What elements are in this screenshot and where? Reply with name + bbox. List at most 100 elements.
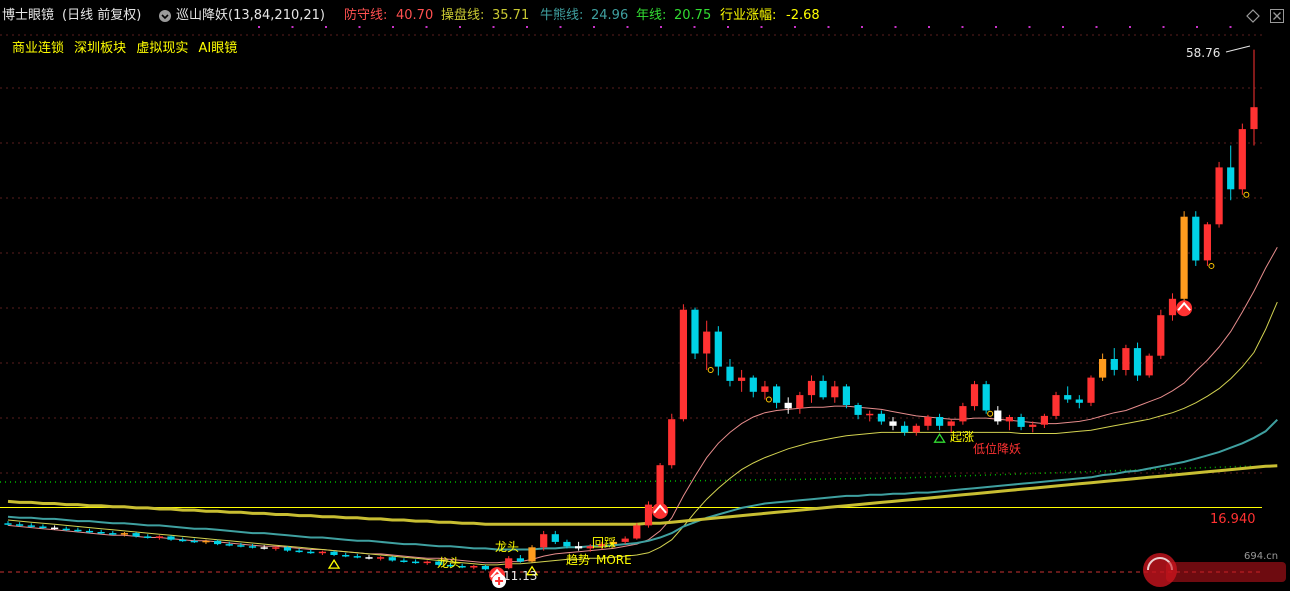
candle-body (1203, 224, 1211, 261)
signal-dot (987, 410, 994, 417)
candle-body (738, 377, 746, 381)
candle-body (1122, 348, 1130, 370)
candle-body (1017, 417, 1025, 427)
candle-body (4, 523, 12, 525)
candle-body (831, 386, 839, 398)
candle-body (1180, 216, 1188, 299)
candle-body (633, 525, 641, 539)
signal-dot (765, 396, 772, 403)
candle-body (190, 540, 198, 543)
candle-body (318, 551, 326, 554)
candle-body (668, 419, 676, 466)
candle-body (796, 395, 804, 409)
candle-body (295, 550, 303, 553)
candle-body (1157, 315, 1165, 356)
top-signal-dot (894, 26, 897, 28)
signal-triangle (327, 558, 341, 569)
candle-body (761, 386, 769, 392)
site-watermark-logo: 694.cn (1143, 551, 1286, 587)
top-signal-dot (626, 26, 629, 28)
candle-body (155, 536, 163, 538)
max-price-label: 58.76 (1186, 46, 1220, 60)
operate-line (7, 301, 1278, 566)
candle-body (97, 532, 105, 534)
candle-body (1133, 348, 1142, 376)
candle-body (74, 529, 82, 532)
candle-body (109, 533, 117, 535)
candle-body (283, 547, 292, 551)
candle-body (330, 551, 338, 555)
candle-body (272, 547, 280, 549)
signal-dot (1208, 262, 1215, 269)
candle-body (819, 380, 827, 398)
candle-body (516, 558, 524, 562)
candle-body (365, 557, 373, 559)
top-signal-dot (459, 26, 461, 28)
candle-body (237, 545, 245, 547)
candle-body (62, 528, 70, 531)
candle-body (1075, 399, 1083, 403)
top-signal-dot (1162, 26, 1165, 28)
grid-lines (0, 26, 1262, 573)
top-signal-dot (526, 26, 528, 28)
top-signal-dot (961, 26, 964, 28)
annotation-label: 起涨 (950, 429, 974, 444)
signal-dot (707, 366, 714, 373)
candle-body (807, 380, 816, 396)
top-signal-dot (1028, 26, 1031, 28)
top-signal-dot (995, 26, 997, 28)
candlestick-chart[interactable]: 58.76 11.13 16.940 龙头 龙头 回踩 趋势 MORE 起涨 低… (0, 0, 1290, 591)
top-signal-dot (693, 26, 696, 28)
candle-body (889, 421, 897, 426)
candle-body (854, 405, 862, 415)
signal-dot (1243, 191, 1250, 198)
top-signal-dot (794, 26, 796, 28)
top-signal-dot (559, 26, 562, 28)
candle-body (970, 384, 979, 407)
candle-body (505, 558, 513, 569)
candle-body (726, 366, 734, 381)
candle-body (1215, 167, 1223, 225)
top-signal-dot (593, 26, 595, 28)
candle-body (912, 425, 920, 433)
candle-body (1168, 298, 1177, 316)
annotation-label: 回踩 (592, 536, 616, 550)
candle-body (749, 377, 757, 392)
candle-body (1099, 359, 1107, 378)
candle-body (388, 557, 396, 561)
candle-body (1005, 417, 1013, 422)
candle-body (982, 384, 990, 411)
candle-body (842, 386, 850, 405)
top-signal-dot (291, 26, 294, 28)
candle-body (1029, 424, 1037, 427)
top-signal-dot (1095, 26, 1098, 28)
candle-body (784, 402, 792, 409)
candle-body (959, 406, 967, 422)
candle-body (644, 504, 653, 526)
bullbear-line (7, 418, 1279, 551)
svg-text:694.cn: 694.cn (1244, 551, 1278, 562)
candle-body (1145, 355, 1153, 376)
candle-body (575, 546, 583, 549)
candle-body (412, 561, 420, 564)
top-signal-dot (1129, 26, 1131, 28)
candle-body (1227, 167, 1235, 190)
candle-body (214, 540, 222, 545)
candle-body (551, 534, 559, 542)
defense-line (7, 247, 1278, 564)
top-signal-dot (1229, 26, 1232, 28)
top-signal-dot (760, 26, 763, 28)
annotation-label: 低位降妖 (973, 441, 1021, 456)
candle-body (1064, 395, 1072, 400)
candle-body (866, 413, 874, 416)
candle-body (144, 536, 152, 538)
candle-body (528, 547, 536, 562)
candle-body (924, 417, 932, 426)
candle-body (877, 413, 885, 422)
candle-body (132, 533, 140, 537)
candle-body (540, 534, 548, 548)
candle-body (1238, 129, 1246, 190)
indicator-lines (7, 247, 1279, 566)
candle-body (342, 555, 350, 557)
top-signal-dot (727, 26, 729, 28)
